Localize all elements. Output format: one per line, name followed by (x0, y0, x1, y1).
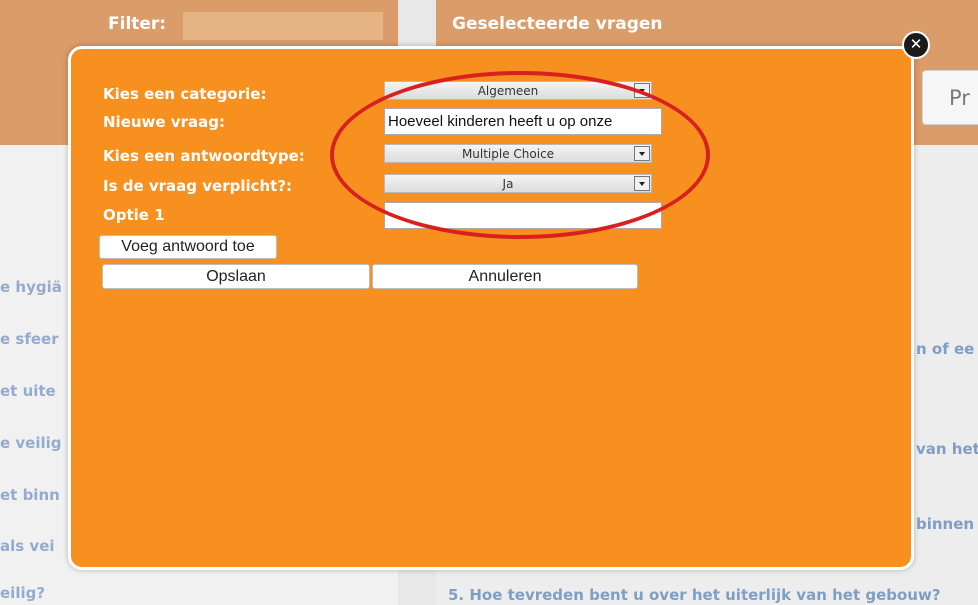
category-select-value: Algemeen (477, 84, 539, 98)
option1-input[interactable] (384, 202, 662, 229)
chevron-down-icon (634, 146, 650, 161)
required-select[interactable]: Ja (384, 174, 652, 193)
category-select[interactable]: Algemeen (384, 81, 652, 100)
chevron-down-icon (634, 83, 650, 98)
new-question-input[interactable]: Hoeveel kinderen heeft u op onze (384, 108, 662, 135)
answer-type-label: Kies een antwoordtype: (103, 147, 305, 165)
category-label: Kies een categorie: (103, 85, 267, 103)
cancel-button[interactable]: Annuleren (372, 264, 638, 289)
close-icon[interactable]: ✕ (902, 31, 930, 59)
new-question-label: Nieuwe vraag: (103, 113, 225, 131)
answer-type-select-value: Multiple Choice (461, 147, 555, 161)
chevron-down-icon (634, 176, 650, 191)
option1-label: Optie 1 (103, 206, 165, 224)
required-label: Is de vraag verplicht?: (103, 177, 293, 195)
add-answer-button[interactable]: Voeg antwoord toe (99, 235, 277, 259)
required-select-value: Ja (502, 177, 514, 191)
save-button[interactable]: Opslaan (102, 264, 370, 289)
answer-type-select[interactable]: Multiple Choice (384, 144, 652, 163)
